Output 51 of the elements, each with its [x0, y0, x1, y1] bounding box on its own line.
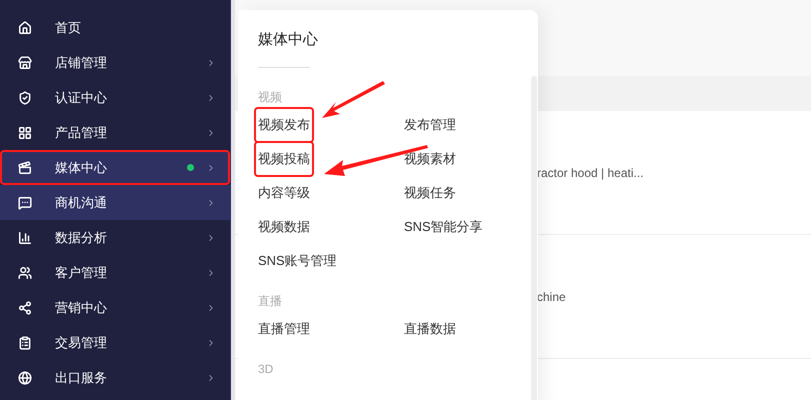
sidebar-item[interactable]: 交易管理 [0, 325, 230, 360]
menu-link[interactable]: 发布管理 [404, 115, 456, 135]
clipboard-icon [18, 336, 32, 350]
store-icon [18, 56, 32, 70]
menu-link[interactable]: 视频素材 [404, 149, 456, 169]
globe-icon [18, 370, 32, 384]
sidebar-item[interactable]: 数据分析 [0, 220, 230, 255]
sidebar-item[interactable]: 产品管理 [0, 115, 230, 150]
menu-link[interactable]: SNS账号管理 [258, 251, 337, 271]
section-heading: 视频 [258, 89, 282, 106]
sidebar-item[interactable]: 认证中心 [0, 80, 230, 115]
flyout-title: 媒体中心 [258, 30, 319, 50]
menu-link[interactable]: 直播管理 [258, 319, 310, 339]
sidebar-item[interactable]: 营销中心 [0, 290, 230, 325]
menu-label: 媒体中心 [55, 158, 107, 177]
menu-link[interactable]: 直播数据 [404, 319, 456, 339]
grid-icon [18, 126, 32, 140]
sidebar-item[interactable]: 媒体中心 [0, 150, 230, 185]
sidebar-item[interactable]: 客户管理 [0, 255, 230, 290]
menu-label: 认证中心 [55, 88, 107, 107]
menu-link[interactable]: SNS智能分享 [404, 217, 483, 237]
home-icon [18, 20, 32, 34]
menu-link[interactable]: 视频投稿 [254, 141, 314, 177]
table-cell-text: chine [537, 288, 566, 306]
sidebar-item[interactable]: 商机沟通 [0, 185, 230, 220]
sidebar-item[interactable]: 店铺管理 [0, 45, 230, 80]
menu-label: 数据分析 [55, 228, 107, 247]
shield-icon [18, 90, 32, 104]
section-heading: 直播 [258, 293, 282, 310]
annotation-arrow [322, 81, 385, 118]
table-cell-text: ractor hood | heati... [537, 164, 644, 182]
menu-label: 产品管理 [55, 124, 107, 142]
menu-label: 营销中心 [55, 298, 107, 317]
menu-label: 出口服务 [55, 368, 107, 387]
menu-link[interactable]: 视频任务 [404, 183, 456, 203]
bar-chart-icon [18, 230, 32, 244]
menu-link[interactable]: 视频数据 [258, 217, 310, 237]
section-heading: 3D [258, 361, 274, 378]
chat-icon [18, 196, 32, 210]
menu-label: 客户管理 [55, 264, 107, 282]
menu-link[interactable]: 视频发布 [254, 107, 314, 143]
sidebar-item[interactable]: 首页 [0, 10, 230, 45]
video-icon [18, 160, 32, 174]
share-icon [18, 300, 32, 314]
menu-link[interactable]: 内容等级 [258, 183, 310, 203]
menu-label: 交易管理 [55, 334, 107, 352]
menu-label: 商机沟通 [55, 194, 107, 212]
sidebar-item[interactable]: 出口服务 [0, 360, 230, 395]
menu-label: 首页 [55, 18, 81, 37]
users-icon [18, 266, 32, 280]
menu-label: 店铺管理 [55, 54, 107, 72]
